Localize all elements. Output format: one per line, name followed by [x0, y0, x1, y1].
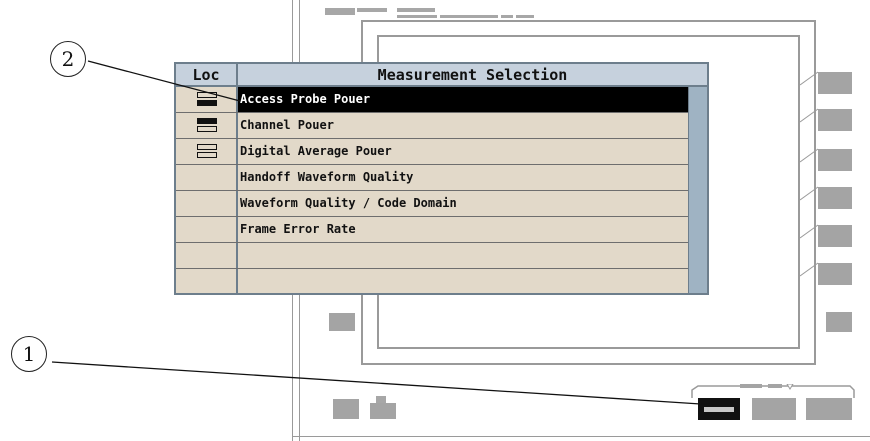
callout-2-label: 2	[61, 47, 75, 71]
callout-leader-lines	[51, 60, 717, 406]
callout-1: 1	[11, 336, 47, 372]
callout-2: 2	[50, 41, 86, 77]
callout-1-label: 1	[22, 342, 36, 366]
